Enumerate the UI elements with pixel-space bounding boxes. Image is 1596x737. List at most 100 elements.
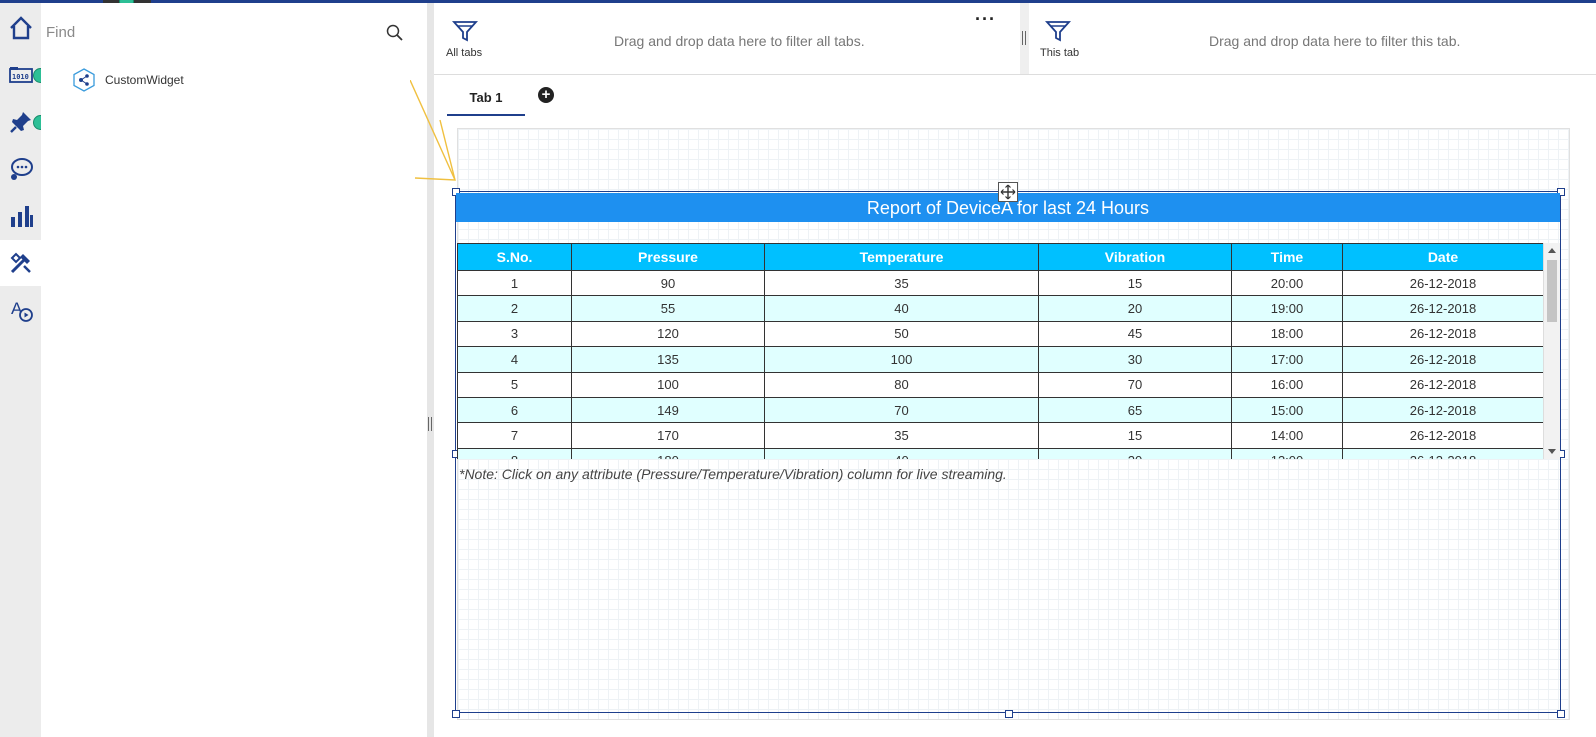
more-options-button[interactable]: ··· [975,9,996,30]
cell-temperature[interactable]: 40 [764,447,1039,459]
custom-widget-icon [73,68,95,92]
cell-temperature[interactable]: 100 [764,346,1039,373]
cell-date: 26-12-2018 [1342,295,1544,322]
cell-date: 26-12-2018 [1342,320,1544,348]
resize-handle-bottom-right[interactable] [1557,710,1565,718]
column-header-vibration[interactable]: Vibration [1038,243,1232,271]
all-tabs-filter-zone[interactable]: All tabs Drag and drop data here to filt… [434,3,1020,74]
cell-vibration[interactable]: 30 [1038,346,1232,373]
side-panel: CustomWidget [41,3,427,737]
cell-vibration[interactable]: 20 [1038,447,1232,459]
this-tab-hint: Drag and drop data here to filter this t… [1209,33,1461,49]
filter-bar: All tabs Drag and drop data here to filt… [434,3,1596,75]
cell-temperature[interactable]: 40 [764,295,1039,322]
cell-date: 26-12-2018 [1342,269,1544,297]
cell-date: 26-12-2018 [1342,447,1544,459]
resize-handle-bottom-left[interactable] [452,710,460,718]
cell-vibration[interactable]: 20 [1038,295,1232,322]
table-row: 1 90 35 15 20:00 26-12-2018 [457,269,1544,297]
cell-pressure[interactable]: 120 [571,320,765,348]
cell-sno: 1 [457,269,572,297]
filter-zone-divider[interactable] [1020,3,1029,74]
cell-temperature[interactable]: 70 [764,396,1039,424]
filter-icon [1045,21,1071,42]
this-tab-label: This tab [1040,47,1080,59]
cell-temperature[interactable]: 35 [764,269,1039,297]
table-row: 3 120 50 45 18:00 26-12-2018 [457,320,1544,348]
cell-time: 15:00 [1231,396,1343,424]
divider-grip[interactable] [1022,31,1026,45]
report-table: S.No. Pressure Temperature Vibration Tim… [457,243,1544,459]
cell-temperature[interactable]: 50 [764,320,1039,348]
cell-pressure[interactable]: 180 [571,447,765,459]
cell-date: 26-12-2018 [1342,422,1544,449]
cell-pressure[interactable]: 170 [571,422,765,449]
cell-vibration[interactable]: 65 [1038,396,1232,424]
streaming-note: *Note: Click on any attribute (Pressure/… [459,466,1007,482]
cell-pressure[interactable]: 149 [571,396,765,424]
cell-time: 14:00 [1231,422,1343,449]
all-tabs-label: All tabs [446,47,483,59]
cell-date: 26-12-2018 [1342,396,1544,424]
table-scrollbar[interactable] [1543,243,1560,459]
table-row: 6 149 70 65 15:00 26-12-2018 [457,396,1544,424]
table-row: 2 55 40 20 19:00 26-12-2018 [457,295,1544,322]
column-header-date[interactable]: Date [1342,243,1544,271]
cell-pressure[interactable]: 100 [571,371,765,398]
home-icon[interactable] [0,5,41,51]
table-row: 4 135 100 30 17:00 26-12-2018 [457,346,1544,373]
cell-pressure[interactable]: 135 [571,346,765,373]
cell-sno: 6 [457,396,572,424]
search-icon[interactable] [385,23,407,45]
cell-sno: 8 [457,447,572,459]
add-tab-button[interactable]: + [538,87,554,103]
resize-handle-bottom[interactable] [1005,710,1013,718]
this-tab-filter-zone[interactable]: This tab Drag and drop data here to filt… [1029,3,1596,74]
scroll-down-arrow-icon[interactable] [1548,449,1556,454]
cell-sno: 5 [457,371,572,398]
cell-time: 17:00 [1231,346,1343,373]
column-header-time[interactable]: Time [1231,243,1343,271]
column-header-temperature[interactable]: Temperature [764,243,1039,271]
table-row: 5 100 80 70 16:00 26-12-2018 [457,371,1544,398]
cell-time: 16:00 [1231,371,1343,398]
cell-pressure[interactable]: 55 [571,295,765,322]
widgets-tool-icon[interactable] [0,240,41,286]
custom-widget-label: CustomWidget [105,73,184,87]
cell-time: 13:00 [1231,447,1343,459]
left-rail: 1010 A [0,3,41,737]
scroll-up-arrow-icon[interactable] [1548,248,1556,253]
cell-temperature[interactable]: 80 [764,371,1039,398]
cell-date: 26-12-2018 [1342,371,1544,398]
move-handle-icon[interactable] [998,182,1018,202]
table-row: 8 180 40 20 13:00 26-12-2018 [457,447,1544,459]
cell-vibration[interactable]: 15 [1038,269,1232,297]
filter-icon [452,21,478,42]
cell-sno: 3 [457,320,572,348]
annotation-arrow-icon [410,80,456,181]
cell-vibration[interactable]: 15 [1038,422,1232,449]
column-header-sno[interactable]: S.No. [457,243,572,271]
chat-icon[interactable] [0,146,41,192]
splitter-grip[interactable] [428,417,432,431]
column-header-pressure[interactable]: Pressure [571,243,765,271]
cell-pressure[interactable]: 90 [571,269,765,297]
cell-vibration[interactable]: 45 [1038,320,1232,348]
custom-widget-item[interactable]: CustomWidget [73,65,184,95]
scroll-thumb[interactable] [1547,260,1557,322]
visualizations-icon[interactable] [0,193,41,239]
tab-strip: Tab 1 + [434,74,1596,122]
cell-time: 19:00 [1231,295,1343,322]
report-table-container[interactable]: S.No. Pressure Temperature Vibration Tim… [457,243,1560,459]
cell-sno: 4 [457,346,572,373]
text-media-icon[interactable]: A [0,287,41,333]
table-row: 7 170 35 15 14:00 26-12-2018 [457,422,1544,449]
cell-vibration[interactable]: 70 [1038,371,1232,398]
search-input[interactable] [46,21,386,43]
cell-sno: 2 [457,295,572,322]
all-tabs-hint: Drag and drop data here to filter all ta… [614,33,865,49]
table-header-row: S.No. Pressure Temperature Vibration Tim… [457,243,1544,271]
cell-date: 26-12-2018 [1342,346,1544,373]
cell-temperature[interactable]: 35 [764,422,1039,449]
cell-time: 18:00 [1231,320,1343,348]
